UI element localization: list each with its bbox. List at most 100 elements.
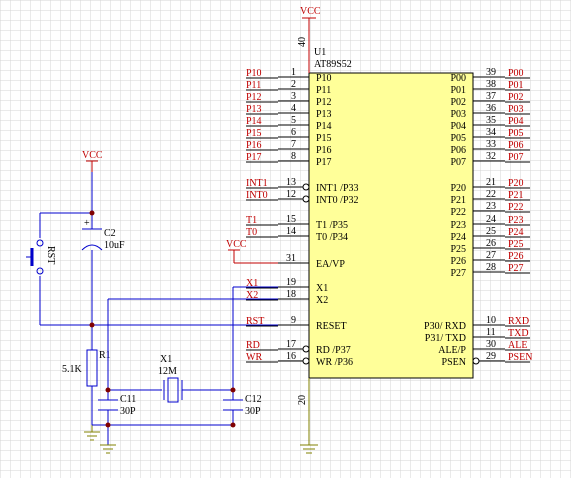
net-label: T1 [246, 215, 257, 226]
pin-name: P13 [316, 109, 332, 120]
pin-name: P22 [450, 207, 466, 218]
svg-text:RST: RST [45, 246, 56, 264]
gnd-pin-number: 20 [297, 395, 308, 405]
net-label: P02 [508, 92, 524, 103]
pin-name: X1 [316, 283, 328, 294]
pin-name: P07 [450, 157, 466, 168]
net-label: P25 [508, 239, 524, 250]
pin-name: P01 [450, 85, 466, 96]
pin-number: 36 [486, 103, 496, 114]
pin-number: 34 [486, 127, 496, 138]
net-label: P23 [508, 215, 524, 226]
pin-name: T0 /P34 [316, 232, 348, 243]
pin-name: EA/VP [316, 259, 345, 270]
pin-name: P02 [450, 97, 466, 108]
pin-number: 15 [286, 214, 296, 225]
pin-number: 32 [486, 151, 496, 162]
pin-name: P05 [450, 133, 466, 144]
net-label: P24 [508, 227, 524, 238]
net-label: P06 [508, 140, 524, 151]
svg-text:R1: R1 [99, 350, 111, 361]
pin-name: P24 [450, 232, 466, 243]
pin-name: PSEN [442, 357, 466, 368]
net-label: INT0 [246, 190, 268, 201]
pin-name: P17 [316, 157, 332, 168]
svg-text:C12: C12 [245, 394, 262, 405]
pin-name: P26 [450, 256, 466, 267]
chip-part: AT89S52 [314, 59, 352, 70]
net-label: P16 [246, 140, 262, 151]
net-label: P13 [246, 104, 262, 115]
net-label: P15 [246, 128, 262, 139]
pin-number: 8 [291, 151, 296, 162]
chip-ref: U1 [314, 47, 326, 58]
svg-text:VCC: VCC [82, 150, 103, 161]
pin-number: 31 [286, 253, 296, 264]
svg-text:30P: 30P [245, 406, 261, 417]
pin-number: 35 [486, 115, 496, 126]
net-label: WR [246, 352, 262, 363]
pin-number: 33 [486, 139, 496, 150]
svg-text:C2: C2 [104, 228, 116, 239]
pin-number: 16 [286, 351, 296, 362]
pin-number: 27 [486, 250, 496, 261]
vcc-pin-number: 40 [297, 37, 308, 47]
pin-number: 24 [486, 214, 496, 225]
pin-name: INT0 /P32 [316, 195, 359, 206]
pin-name: RD /P37 [316, 345, 351, 356]
pin-number: 19 [286, 277, 296, 288]
pin-number: 10 [486, 315, 496, 326]
net-label: PSEN [508, 352, 532, 363]
pin-name: ALE/P [438, 345, 466, 356]
pin-number: 11 [486, 327, 496, 338]
svg-text:5.1K: 5.1K [62, 364, 83, 375]
pin-name: P14 [316, 121, 332, 132]
pin-name: P16 [316, 145, 332, 156]
pin-name: WR /P36 [316, 357, 353, 368]
svg-text:12M: 12M [158, 366, 177, 377]
pin-name: P00 [450, 73, 466, 84]
pin-number: 4 [291, 103, 296, 114]
pin-name: P27 [450, 268, 466, 279]
pin-name: P30/ RXD [424, 321, 466, 332]
pin-number: 17 [286, 339, 296, 350]
pin-number: 13 [286, 177, 296, 188]
pin-name: P23 [450, 220, 466, 231]
pin-number: 3 [291, 91, 296, 102]
pin-number: 30 [486, 339, 496, 350]
net-label: P12 [246, 92, 262, 103]
pin-number: 22 [486, 189, 496, 200]
net-label: P07 [508, 152, 524, 163]
net-label: P22 [508, 202, 524, 213]
schematic-canvas: U1 AT89S52 VCC 40 20 1 P10 P10 2 P11 P11 3 P12 P… [0, 0, 571, 478]
pin-number: 23 [486, 201, 496, 212]
net-label: P26 [508, 251, 524, 262]
pin-number: 25 [486, 226, 496, 237]
pin-number: 28 [486, 262, 496, 273]
pin-number: 21 [486, 177, 496, 188]
pin-number: 5 [291, 115, 296, 126]
pin-number: 9 [291, 315, 296, 326]
svg-text:VCC: VCC [300, 6, 321, 17]
pin-number: 1 [291, 67, 296, 78]
pin-name: P06 [450, 145, 466, 156]
pin-name: T1 /P35 [316, 220, 348, 231]
pin-name: P25 [450, 244, 466, 255]
svg-text:30P: 30P [120, 406, 136, 417]
svg-text:VCC: VCC [226, 239, 247, 250]
net-label: INT1 [246, 178, 268, 189]
net-label: P11 [246, 80, 261, 91]
pin-number: 26 [486, 238, 496, 249]
pin-name: INT1 /P33 [316, 183, 359, 194]
pin-name: P21 [450, 195, 466, 206]
pin-name: P11 [316, 85, 331, 96]
pin-number: 39 [486, 67, 496, 78]
pin-name: P20 [450, 183, 466, 194]
net-label: P21 [508, 190, 524, 201]
pin-number: 18 [286, 289, 296, 300]
net-label: P04 [508, 116, 524, 127]
net-label: P00 [508, 68, 524, 79]
pin-name: P31/ TXD [425, 333, 466, 344]
net-label: TXD [508, 328, 529, 339]
pin-name: P10 [316, 73, 332, 84]
